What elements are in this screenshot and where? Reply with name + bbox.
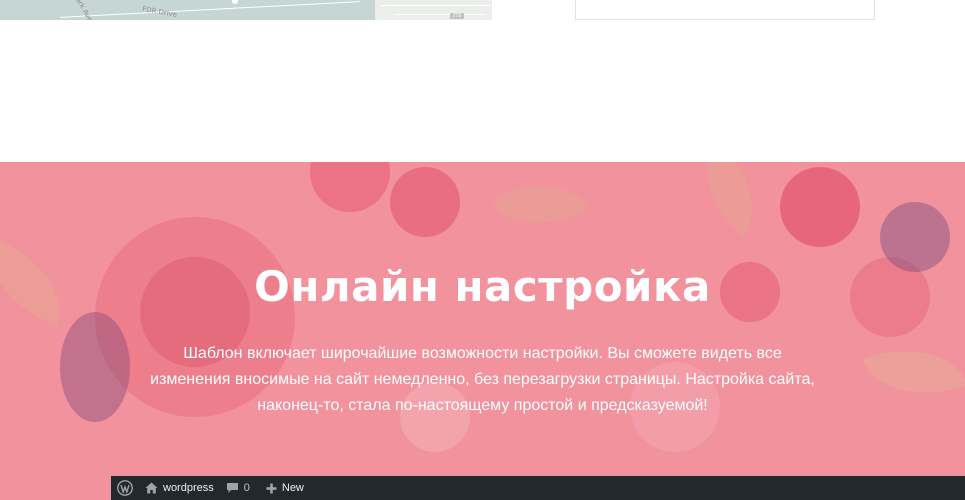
- site-name-label: wordpress: [163, 482, 214, 494]
- hero-description: Шаблон включает широчайшие возможности н…: [150, 345, 815, 414]
- leaf-decoration: [862, 328, 965, 416]
- map-road: [380, 5, 490, 6]
- wordpress-logo-icon: [117, 480, 133, 496]
- wp-logo-menu[interactable]: [111, 476, 139, 500]
- comments-count: 0: [243, 482, 250, 494]
- hero-section: Онлайн настройка Шаблон включает широчай…: [0, 162, 965, 500]
- site-name-menu[interactable]: wordpress: [139, 476, 220, 500]
- new-content-menu[interactable]: New: [260, 476, 310, 500]
- flower-decoration: [390, 167, 460, 237]
- plus-icon: [266, 483, 277, 493]
- map-road: [395, 14, 485, 15]
- hero-title: Онлайн настройка: [254, 262, 711, 311]
- contact-form-box: [575, 0, 875, 20]
- lavender-decoration: [60, 312, 130, 422]
- wp-admin-bar: wordpress 0 New: [111, 476, 965, 500]
- flower-decoration: [310, 162, 390, 212]
- leaf-decoration: [681, 162, 779, 237]
- map-highway-shield: 278: [450, 13, 464, 19]
- map-embed[interactable]: Park Ave FDR Drive 278: [0, 0, 492, 20]
- new-label: New: [281, 482, 304, 494]
- comments-menu[interactable]: 0: [220, 476, 256, 500]
- comment-bubble-icon: [226, 483, 238, 493]
- home-icon: [145, 482, 158, 494]
- leaf-decoration: [491, 162, 589, 249]
- flower-decoration: [780, 167, 860, 247]
- map-land: [375, 0, 492, 20]
